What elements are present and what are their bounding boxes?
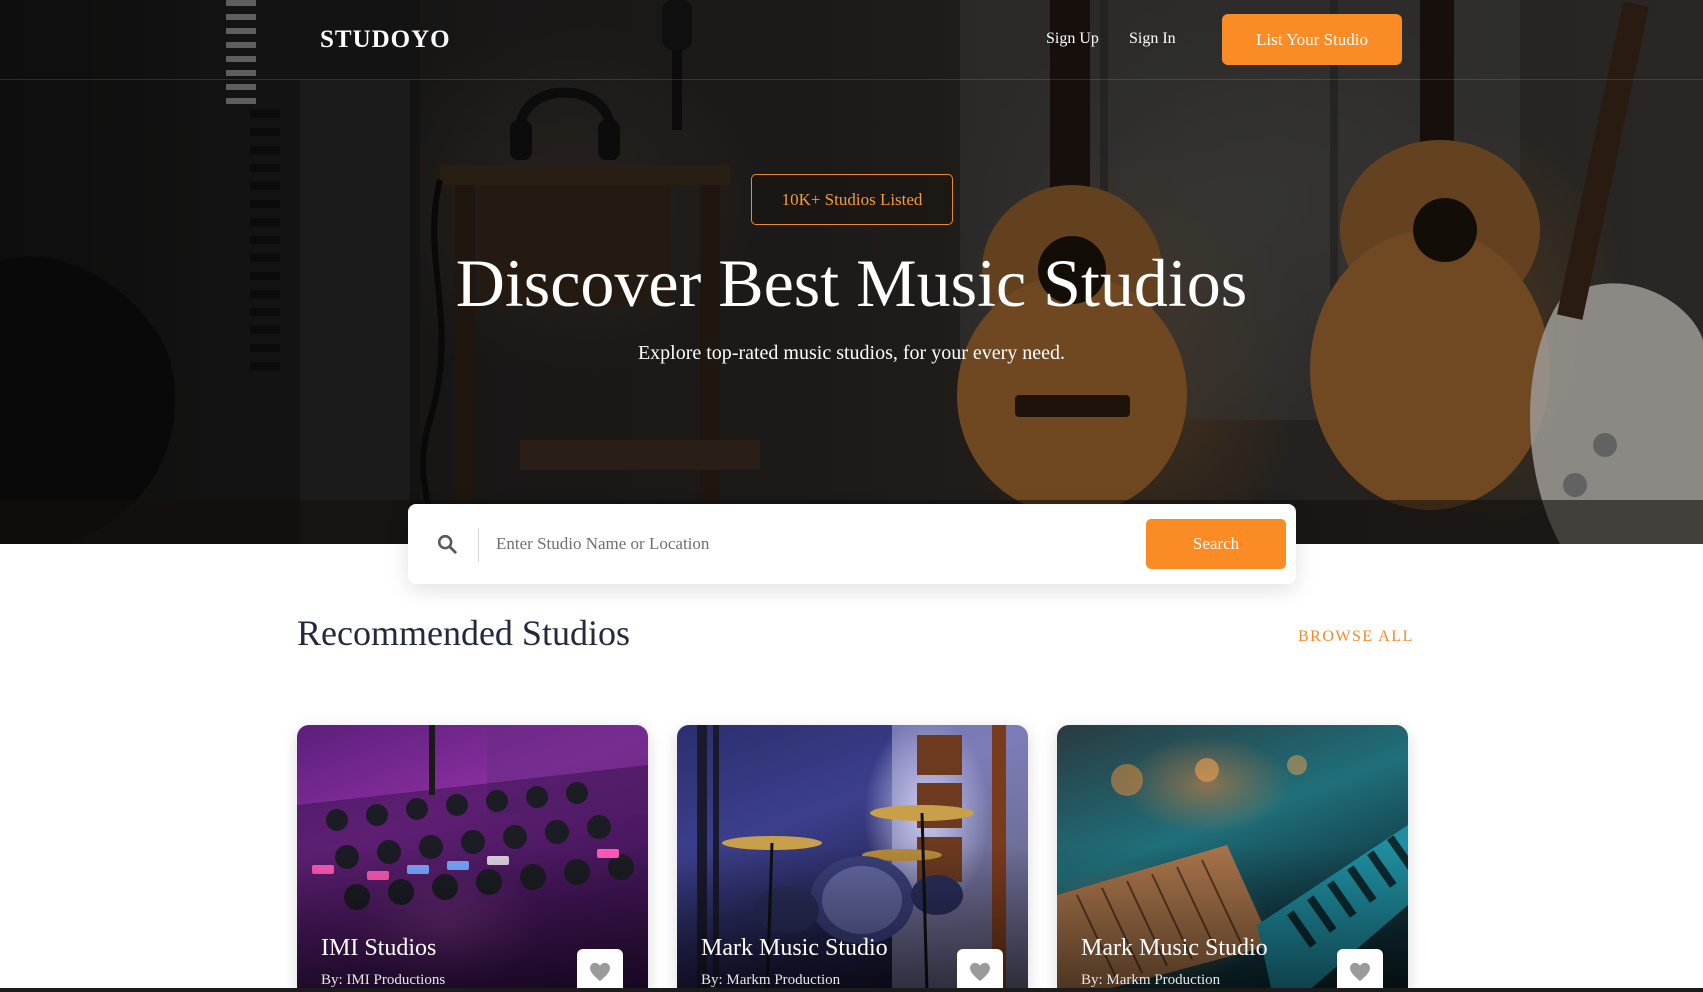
hero-subtitle: Explore top-rated music studios, for you… [637, 342, 1066, 364]
studio-owner: By: IMI Productions [321, 972, 446, 988]
favorite-button[interactable] [957, 949, 1003, 992]
browse-all-link[interactable]: BROWSE ALL [1298, 628, 1414, 646]
brand-logo[interactable]: STUDOYO [320, 26, 451, 54]
studio-name: Mark Music Studio [701, 935, 888, 961]
search-divider [478, 528, 479, 562]
studio-card[interactable]: Mark Music Studio By: Markm Production [677, 725, 1028, 992]
studios-count-badge: 10K+ Studios Listed [751, 174, 953, 225]
studio-name: Mark Music Studio [1081, 935, 1268, 961]
recommended-studios-heading: Recommended Studios [297, 613, 630, 653]
heart-icon [1350, 962, 1370, 982]
navbar: STUDOYO Sign Up Sign In List Your Studio [0, 0, 1703, 80]
search-bar: Search [408, 504, 1296, 584]
studio-owner: By: Markm Production [1081, 972, 1221, 988]
heart-icon [590, 962, 610, 982]
list-your-studio-button[interactable]: List Your Studio [1222, 14, 1402, 65]
favorite-button[interactable] [1337, 949, 1383, 992]
studio-card[interactable]: Mark Music Studio By: Markm Production [1057, 725, 1408, 992]
hero-section: STUDOYO Sign Up Sign In List Your Studio… [0, 0, 1703, 544]
favorite-button[interactable] [577, 949, 623, 992]
studio-owner: By: Markm Production [701, 972, 841, 988]
hero-title: Discover Best Music Studios [455, 245, 1248, 321]
sign-up-link[interactable]: Sign Up [1046, 30, 1099, 48]
studio-name: IMI Studios [321, 935, 437, 961]
search-icon [437, 534, 457, 554]
search-button[interactable]: Search [1146, 519, 1286, 569]
studio-card[interactable]: IMI Studios By: IMI Productions [297, 725, 648, 992]
window-bottom-edge [0, 988, 1703, 992]
sign-in-link[interactable]: Sign In [1129, 30, 1176, 48]
search-input[interactable] [496, 526, 1136, 562]
heart-icon [970, 962, 990, 982]
